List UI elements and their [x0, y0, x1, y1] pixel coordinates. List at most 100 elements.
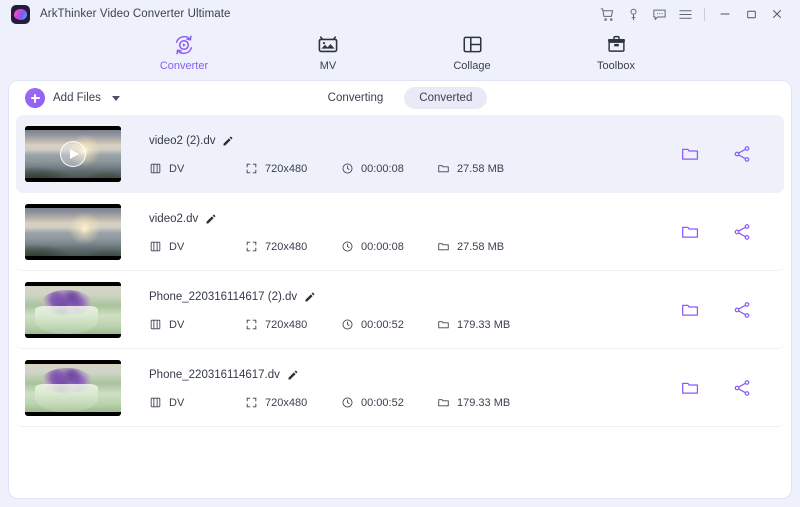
meta-duration: 00:00:08 — [341, 240, 437, 253]
file-info: Phone_220316114617 (2).dv DV 720x480 00:… — [149, 288, 679, 331]
chevron-down-icon[interactable] — [111, 95, 120, 101]
pencil-icon[interactable] — [287, 369, 299, 381]
meta-size: 27.58 MB — [437, 240, 547, 253]
film-icon — [149, 240, 162, 253]
add-files-label: Add Files — [53, 92, 101, 104]
size-value: 27.58 MB — [457, 162, 505, 175]
status-filter-group: Converting Converted — [9, 87, 791, 109]
video-thumbnail[interactable] — [25, 281, 121, 338]
table-row[interactable]: video2 (2).dv DV 720x480 00:00:08 27.58 … — [16, 115, 784, 193]
row-actions — [679, 377, 753, 399]
folder-icon — [437, 396, 450, 409]
window-controls — [594, 3, 790, 25]
share-icon[interactable] — [731, 299, 753, 321]
folder-icon[interactable] — [679, 299, 701, 321]
format-value: DV — [169, 396, 185, 409]
size-value: 179.33 MB — [457, 396, 511, 409]
size-value: 179.33 MB — [457, 318, 511, 331]
duration-value: 00:00:08 — [361, 240, 404, 253]
table-row[interactable]: video2.dv DV 720x480 00:00:08 27.58 MB — [16, 193, 784, 271]
file-list: video2 (2).dv DV 720x480 00:00:08 27.58 … — [9, 115, 791, 498]
minimize-icon[interactable] — [712, 3, 738, 25]
pencil-icon[interactable] — [222, 135, 234, 147]
video-thumbnail[interactable] — [25, 125, 121, 182]
clock-icon — [341, 396, 354, 409]
duration-value: 00:00:52 — [361, 318, 404, 331]
file-name: Phone_220316114617.dv — [149, 369, 280, 381]
nav-label-collage: Collage — [453, 60, 491, 72]
folder-icon[interactable] — [679, 143, 701, 165]
meta-size: 27.58 MB — [437, 162, 547, 175]
play-button[interactable] — [25, 126, 121, 182]
nav-label-converter: Converter — [159, 60, 209, 72]
row-actions — [679, 143, 753, 165]
resolution-value: 720x480 — [265, 162, 308, 175]
duration-value: 00:00:08 — [361, 162, 404, 175]
file-name: video2 (2).dv — [149, 135, 216, 147]
nav-tab-mv[interactable]: MV — [286, 29, 370, 72]
file-info: video2.dv DV 720x480 00:00:08 27.58 MB — [149, 210, 679, 253]
meta-format: DV — [149, 396, 245, 409]
meta-resolution: 720x480 — [245, 240, 341, 253]
video-thumbnail[interactable] — [25, 203, 121, 260]
film-icon — [149, 318, 162, 331]
nav-label-mv: MV — [319, 60, 337, 72]
resize-icon — [245, 318, 258, 331]
cart-icon[interactable] — [594, 3, 620, 25]
tab-converted[interactable]: Converted — [404, 87, 488, 109]
folder-icon — [437, 318, 450, 331]
resize-icon — [245, 240, 258, 253]
format-value: DV — [169, 162, 185, 175]
toolbar-divider — [704, 7, 705, 21]
add-files-button[interactable]: Add Files — [25, 88, 120, 108]
video-thumbnail[interactable] — [25, 359, 121, 416]
resolution-value: 720x480 — [265, 396, 308, 409]
meta-resolution: 720x480 — [245, 162, 341, 175]
share-icon[interactable] — [731, 221, 753, 243]
toolbox-icon — [605, 32, 628, 57]
key-icon[interactable] — [620, 3, 646, 25]
main-nav: Converter MV Collage Toolbox — [0, 28, 800, 81]
nav-tab-toolbox[interactable]: Toolbox — [574, 29, 658, 72]
folder-icon — [437, 162, 450, 175]
pencil-icon[interactable] — [304, 291, 316, 303]
meta-duration: 00:00:08 — [341, 162, 437, 175]
clock-icon — [341, 318, 354, 331]
clock-icon — [341, 240, 354, 253]
row-actions — [679, 299, 753, 321]
file-name: video2.dv — [149, 213, 199, 225]
meta-resolution: 720x480 — [245, 318, 341, 331]
share-icon[interactable] — [731, 143, 753, 165]
table-row[interactable]: Phone_220316114617.dv DV 720x480 00:00:5… — [16, 349, 784, 427]
nav-tab-converter[interactable]: Converter — [142, 29, 226, 72]
resize-icon — [245, 396, 258, 409]
collage-icon — [461, 32, 484, 57]
folder-icon[interactable] — [679, 221, 701, 243]
file-name: Phone_220316114617 (2).dv — [149, 291, 298, 303]
folder-icon[interactable] — [679, 377, 701, 399]
message-icon[interactable] — [646, 3, 672, 25]
close-icon[interactable] — [764, 3, 790, 25]
meta-format: DV — [149, 240, 245, 253]
meta-format: DV — [149, 318, 245, 331]
app-window: ArkThinker Video Converter Ultimate Conv… — [0, 0, 800, 507]
format-value: DV — [169, 318, 185, 331]
title-bar: ArkThinker Video Converter Ultimate — [0, 0, 800, 28]
table-row[interactable]: Phone_220316114617 (2).dv DV 720x480 00:… — [16, 271, 784, 349]
mv-icon — [316, 32, 340, 57]
tab-converting[interactable]: Converting — [313, 87, 399, 109]
nav-tab-collage[interactable]: Collage — [430, 29, 514, 72]
meta-format: DV — [149, 162, 245, 175]
hamburger-menu-icon[interactable] — [672, 3, 698, 25]
app-logo-icon — [11, 4, 30, 24]
format-value: DV — [169, 240, 185, 253]
maximize-icon[interactable] — [738, 3, 764, 25]
pencil-icon[interactable] — [205, 213, 217, 225]
clock-icon — [341, 162, 354, 175]
meta-duration: 00:00:52 — [341, 318, 437, 331]
meta-duration: 00:00:52 — [341, 396, 437, 409]
film-icon — [149, 396, 162, 409]
meta-size: 179.33 MB — [437, 396, 547, 409]
share-icon[interactable] — [731, 377, 753, 399]
meta-size: 179.33 MB — [437, 318, 547, 331]
